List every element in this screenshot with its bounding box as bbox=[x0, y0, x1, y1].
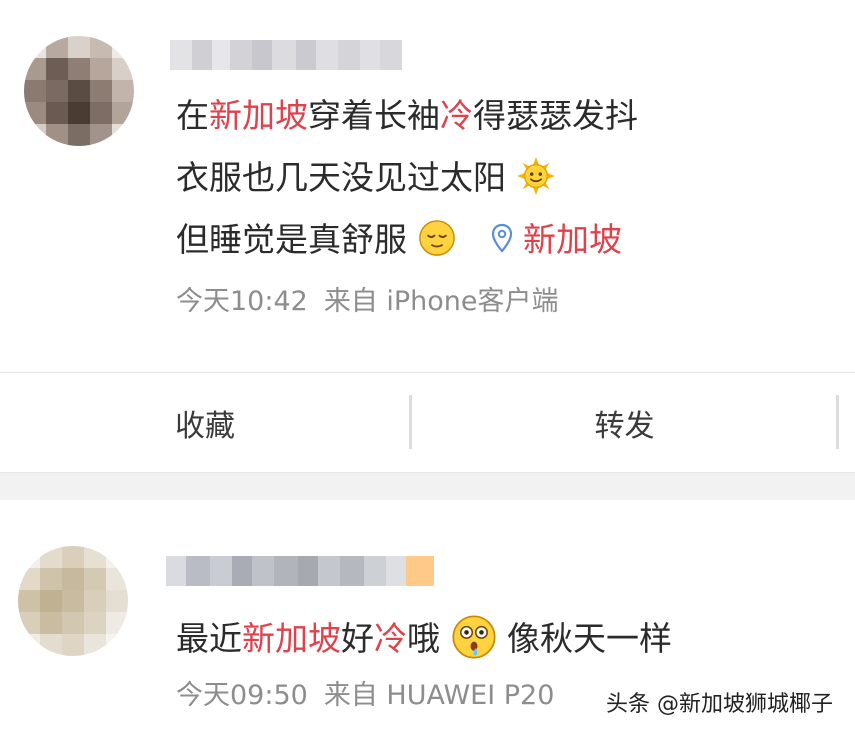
flushed-face-emoji-icon bbox=[451, 615, 496, 659]
repost-button[interactable]: 转发 bbox=[412, 373, 837, 472]
avatar[interactable] bbox=[24, 36, 134, 146]
post-source[interactable]: 来自 HUAWEI P20 bbox=[324, 680, 555, 711]
highlighted-keyword[interactable]: 新加坡 bbox=[209, 96, 308, 135]
relieved-face-emoji-icon bbox=[418, 220, 455, 256]
post-text-line-1: 在新加坡穿着长袖冷得瑟瑟发抖 bbox=[176, 96, 638, 136]
location-pin-icon bbox=[491, 223, 512, 253]
text-segment: 最近 bbox=[176, 619, 242, 658]
post-meta: 今天10:42 来自 iPhone客户端 bbox=[176, 286, 559, 318]
post-text-line-1: 最近新加坡好冷哦 像秋天一样 bbox=[176, 614, 672, 660]
highlighted-keyword[interactable]: 冷 bbox=[440, 96, 473, 135]
action-bar: 收藏 转发 bbox=[0, 372, 855, 474]
highlighted-keyword[interactable]: 新加坡 bbox=[242, 619, 341, 658]
post-time: 今天10:42 bbox=[176, 286, 308, 317]
post-source[interactable]: 来自 iPhone客户端 bbox=[324, 286, 559, 317]
location-link[interactable]: 新加坡 bbox=[523, 220, 622, 259]
text-segment: 像秋天一样 bbox=[507, 619, 672, 658]
text-segment: 好 bbox=[341, 619, 374, 658]
text-segment: 哦 bbox=[407, 619, 440, 658]
username-blurred[interactable] bbox=[170, 40, 402, 70]
text-segment: 在 bbox=[176, 96, 209, 135]
text-segment: 但睡觉是真舒服 bbox=[176, 220, 407, 259]
post-text-line-3: 但睡觉是真舒服 新加坡 bbox=[176, 219, 622, 260]
username-blurred[interactable] bbox=[166, 556, 434, 586]
favorite-button[interactable]: 收藏 bbox=[0, 373, 410, 472]
text-segment: 穿着长袖 bbox=[308, 96, 440, 135]
highlighted-keyword[interactable]: 冷 bbox=[374, 619, 407, 658]
avatar[interactable] bbox=[18, 546, 128, 656]
text-segment: 得瑟瑟发抖 bbox=[473, 96, 638, 135]
post-text-line-2: 衣服也几天没见过太阳 bbox=[176, 157, 555, 198]
section-separator bbox=[0, 473, 855, 500]
divider bbox=[836, 395, 839, 449]
post-1: 在新加坡穿着长袖冷得瑟瑟发抖 衣服也几天没见过太阳 但睡觉是真舒服 新加坡 今天… bbox=[0, 0, 855, 372]
post-meta: 今天09:50 来自 HUAWEI P20 bbox=[176, 680, 554, 712]
watermark: 头条 @新加坡狮城椰子 bbox=[606, 692, 833, 717]
text-segment: 衣服也几天没见过太阳 bbox=[176, 158, 506, 197]
post-time: 今天09:50 bbox=[176, 680, 308, 711]
sun-emoji-icon bbox=[516, 157, 555, 195]
